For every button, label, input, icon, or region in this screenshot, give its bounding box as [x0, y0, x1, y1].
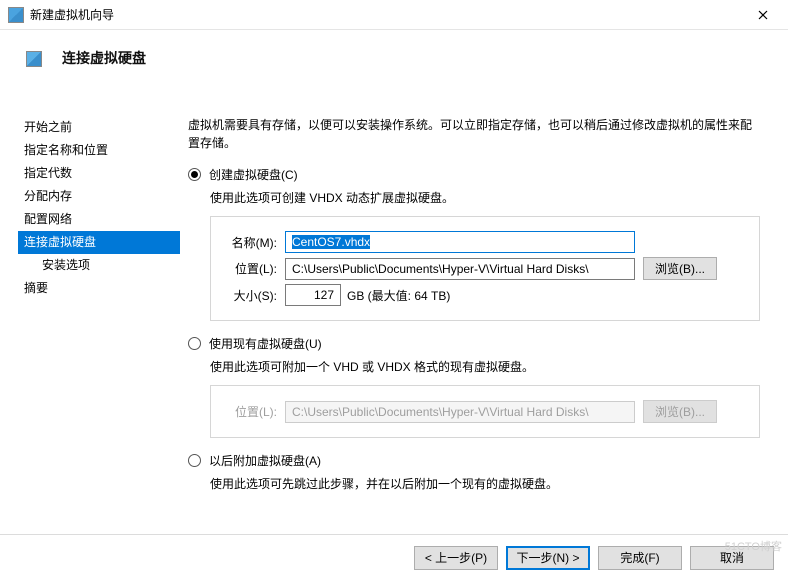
wizard-sidebar: 开始之前 指定名称和位置 指定代数 分配内存 配置网络 连接虚拟硬盘 安装选项 …: [0, 94, 180, 534]
close-button[interactable]: [742, 1, 784, 29]
cancel-button[interactable]: 取消: [690, 546, 774, 570]
radio-attach-later[interactable]: [188, 454, 201, 467]
existing-vhd-fields: 位置(L): 浏览(B)...: [210, 385, 760, 438]
radio-create-vhd-label: 创建虚拟硬盘(C): [209, 166, 298, 183]
radio-attach-later-label: 以后附加虚拟硬盘(A): [209, 452, 321, 469]
app-icon: [8, 7, 24, 23]
name-label: 名称(M):: [223, 234, 277, 251]
wizard-main: 虚拟机需要具有存储，以便可以安装操作系统。可以立即指定存储，也可以稍后通过修改虚…: [180, 94, 788, 534]
step-name-location[interactable]: 指定名称和位置: [18, 139, 180, 162]
existing-location-label: 位置(L):: [223, 403, 277, 420]
intro-text: 虚拟机需要具有存储，以便可以安装操作系统。可以立即指定存储，也可以稍后通过修改虚…: [188, 116, 760, 152]
page-title: 连接虚拟硬盘: [62, 48, 146, 68]
wizard-footer: < 上一步(P) 下一步(N) > 完成(F) 取消: [0, 534, 788, 580]
close-icon: [758, 10, 768, 20]
wizard-icon: [26, 51, 42, 67]
radio-existing-vhd-label: 使用现有虚拟硬盘(U): [209, 335, 322, 352]
location-label: 位置(L):: [223, 260, 277, 277]
step-generation[interactable]: 指定代数: [18, 162, 180, 185]
size-unit: GB (最大值: 64 TB): [347, 287, 450, 304]
step-memory[interactable]: 分配内存: [18, 185, 180, 208]
option-attach-later: 以后附加虚拟硬盘(A) 使用此选项可先跳过此步骤，并在以后附加一个现有的虚拟硬盘…: [188, 452, 760, 492]
create-vhd-description: 使用此选项可创建 VHDX 动态扩展虚拟硬盘。: [210, 189, 760, 206]
existing-browse-button: 浏览(B)...: [643, 400, 717, 423]
name-input[interactable]: [285, 231, 635, 253]
wizard-header: 连接虚拟硬盘: [0, 30, 788, 82]
window-title: 新建虚拟机向导: [30, 6, 742, 23]
step-before-begin[interactable]: 开始之前: [18, 116, 180, 139]
browse-button[interactable]: 浏览(B)...: [643, 257, 717, 280]
step-summary[interactable]: 摘要: [18, 277, 180, 300]
size-input[interactable]: [285, 284, 341, 306]
step-connect-vhd[interactable]: 连接虚拟硬盘: [18, 231, 180, 254]
radio-create-vhd[interactable]: [188, 168, 201, 181]
size-label: 大小(S):: [223, 287, 277, 304]
option-create-vhd: 创建虚拟硬盘(C) 使用此选项可创建 VHDX 动态扩展虚拟硬盘。 名称(M):…: [188, 166, 760, 321]
titlebar: 新建虚拟机向导: [0, 0, 788, 30]
option-existing-vhd: 使用现有虚拟硬盘(U) 使用此选项可附加一个 VHD 或 VHDX 格式的现有虚…: [188, 335, 760, 438]
attach-later-description: 使用此选项可先跳过此步骤，并在以后附加一个现有的虚拟硬盘。: [210, 475, 760, 492]
existing-vhd-description: 使用此选项可附加一个 VHD 或 VHDX 格式的现有虚拟硬盘。: [210, 358, 760, 375]
step-network[interactable]: 配置网络: [18, 208, 180, 231]
finish-button[interactable]: 完成(F): [598, 546, 682, 570]
location-input[interactable]: [285, 258, 635, 280]
next-button[interactable]: 下一步(N) >: [506, 546, 590, 570]
radio-existing-vhd[interactable]: [188, 337, 201, 350]
previous-button[interactable]: < 上一步(P): [414, 546, 498, 570]
existing-location-input: [285, 401, 635, 423]
step-install-options[interactable]: 安装选项: [18, 254, 180, 277]
create-vhd-fields: 名称(M): 位置(L): 浏览(B)... 大小(S): GB (最大值: 6…: [210, 216, 760, 321]
